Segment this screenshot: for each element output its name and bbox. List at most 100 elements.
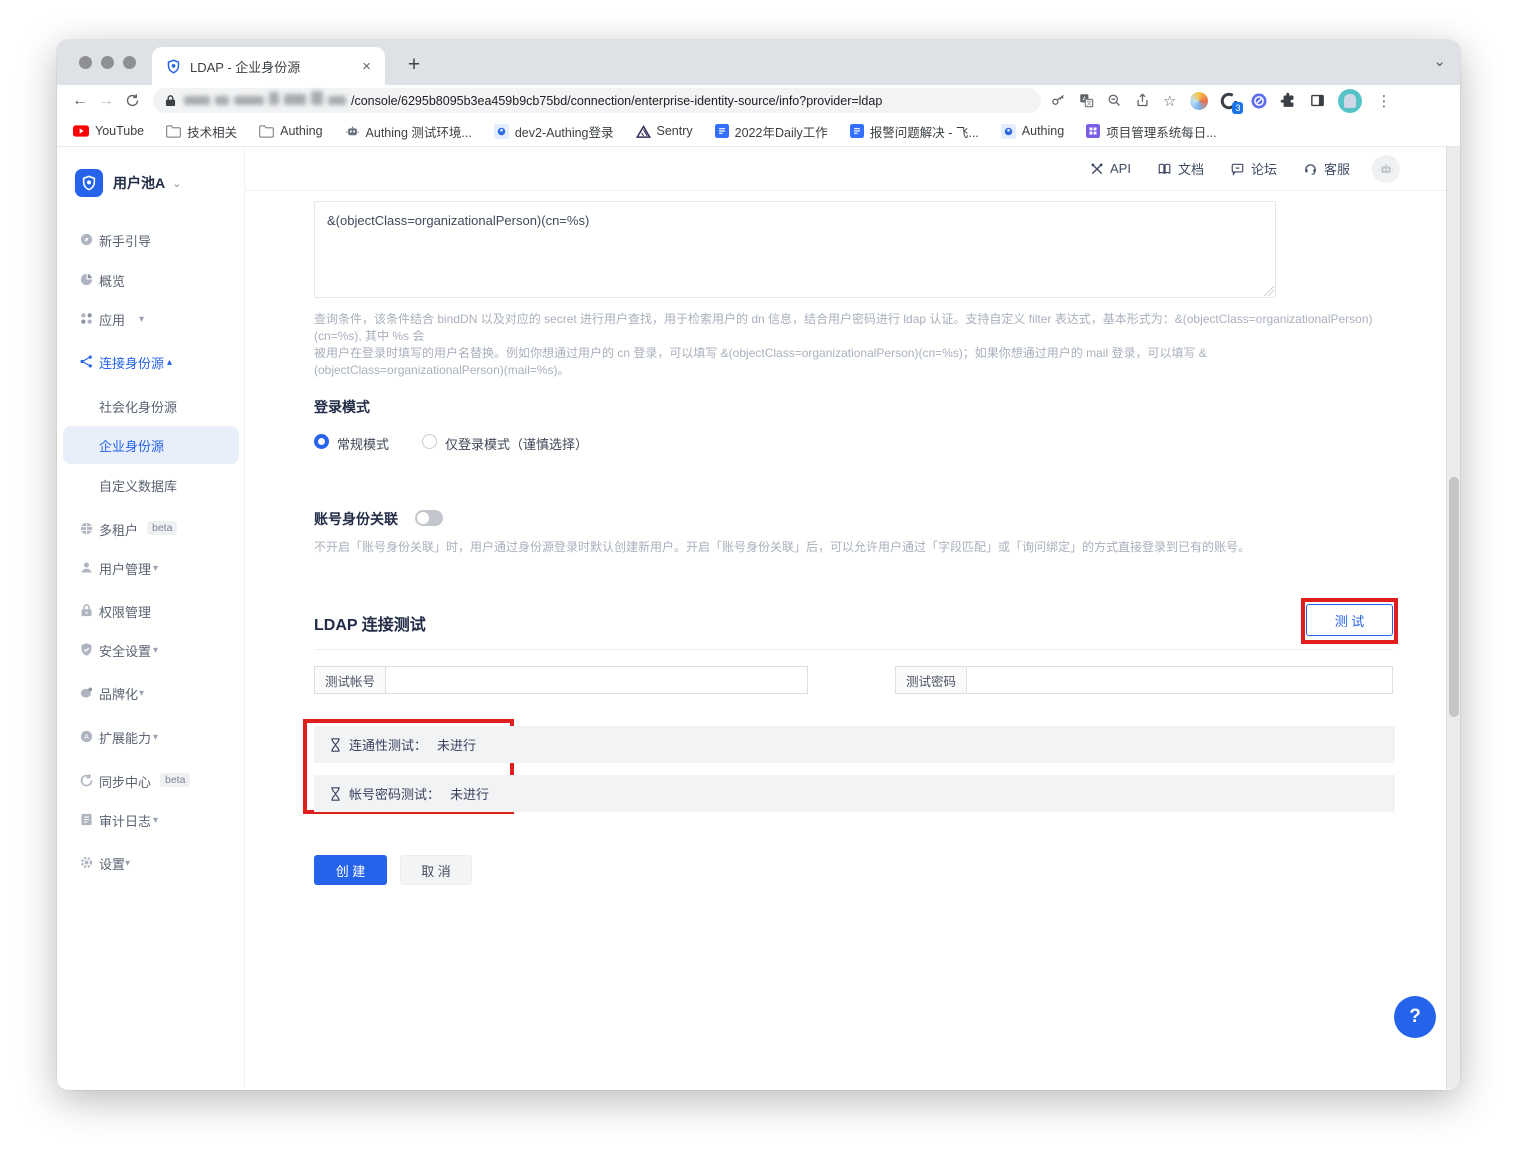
- tab-title: LDAP - 企业身份源: [190, 57, 358, 76]
- close-window-button[interactable]: [79, 56, 92, 69]
- translate-icon[interactable]: A文: [1079, 93, 1094, 108]
- colorful-extension-icon[interactable]: [1190, 92, 1208, 110]
- test-account-input[interactable]: [385, 666, 808, 694]
- book-icon: [1157, 162, 1172, 176]
- chevron-down-icon: ▾: [139, 688, 144, 699]
- tab-close-icon[interactable]: ×: [358, 58, 375, 75]
- sidebar-item-enterprise-identity[interactable]: 企业身份源: [57, 426, 245, 464]
- sidebar-item-custom-database[interactable]: 自定义数据库: [57, 466, 245, 504]
- chevron-down-icon: ▾: [153, 563, 158, 574]
- header-link-docs[interactable]: 文档: [1157, 159, 1204, 178]
- tab-search-chevron-icon[interactable]: ⌄: [1433, 52, 1446, 70]
- account-link-toggle[interactable]: [415, 510, 443, 526]
- credentials-test-row: 帐号密码测试： 未进行: [314, 775, 1395, 812]
- extensions-puzzle-icon[interactable]: [1280, 92, 1297, 109]
- zoom-out-icon[interactable]: [1107, 93, 1122, 108]
- minimize-window-button[interactable]: [101, 56, 114, 69]
- console-app: 用户池A ⌄ 新手引导 概览 应用 ▾ 连接身: [57, 147, 1460, 1089]
- omnibox-action-icons: A文 ☆: [1051, 92, 1176, 110]
- connectivity-test-label: 连通性测试：: [349, 735, 427, 754]
- compass-icon: [79, 232, 95, 248]
- radio-login-only-mode[interactable]: [422, 434, 437, 449]
- sidebar-item-applications[interactable]: 应用 ▾: [57, 300, 245, 338]
- sidebar-item-onboarding[interactable]: 新手引导: [57, 221, 245, 259]
- create-button[interactable]: 创 建: [314, 855, 387, 885]
- radio-normal-mode-label: 常规模式: [337, 434, 389, 453]
- bookmark-youtube[interactable]: YouTube: [73, 124, 144, 138]
- header-link-support[interactable]: 客服: [1303, 159, 1350, 178]
- bookmark-alert-doc[interactable]: 报警问题解决 - 飞...: [850, 122, 979, 141]
- sidebar-item-extensions[interactable]: A 扩展能力 ▾: [57, 718, 245, 756]
- sidebar-item-sync-center[interactable]: 同步中心 beta: [57, 762, 245, 800]
- bookmark-folder-authing[interactable]: Authing: [259, 124, 322, 138]
- sidebar-item-audit-logs[interactable]: 审计日志 ▾: [57, 801, 245, 839]
- share-nodes-icon: [79, 354, 95, 370]
- console-header: API 文档 论坛 客服: [245, 147, 1446, 191]
- help-button[interactable]: ?: [1394, 996, 1436, 1038]
- paint-icon: [79, 685, 95, 701]
- user-icon: [79, 560, 95, 576]
- forward-button[interactable]: →: [93, 92, 119, 110]
- connectivity-test-status: 未进行: [437, 735, 476, 754]
- blue-circle-extension-icon[interactable]: [1250, 92, 1268, 110]
- browser-window: LDAP - 企业身份源 × + ⌄ ← → /console/6295b809…: [57, 40, 1460, 1090]
- bookmark-folder-tech[interactable]: 技术相关: [166, 122, 237, 141]
- apps-grid-icon: [79, 311, 95, 327]
- chevron-down-icon: ▾: [153, 815, 158, 826]
- sidebar-item-user-management[interactable]: 用户管理 ▾: [57, 549, 245, 587]
- scrollbar-thumb[interactable]: [1449, 477, 1459, 717]
- extension-with-badge-icon[interactable]: 3: [1220, 92, 1238, 110]
- chevron-down-icon: ▾: [153, 645, 158, 656]
- bookmark-dev2-authing[interactable]: dev2-Authing登录: [494, 122, 614, 141]
- bookmark-authing-test[interactable]: Authing 测试环境...: [345, 122, 472, 141]
- reload-button[interactable]: [119, 93, 145, 108]
- window-controls[interactable]: [79, 56, 136, 69]
- sidebar-item-branding[interactable]: 品牌化 ▾: [57, 674, 245, 712]
- password-key-icon[interactable]: [1051, 93, 1066, 108]
- sidebar-item-settings[interactable]: 设置 ▾: [57, 844, 245, 882]
- user-avatar-robot-icon[interactable]: [1372, 155, 1400, 183]
- chevron-down-icon: ▾: [125, 858, 130, 869]
- browser-menu-icon[interactable]: ⋮: [1376, 92, 1391, 110]
- header-link-forum[interactable]: 论坛: [1230, 159, 1277, 178]
- cancel-button[interactable]: 取 消: [400, 855, 472, 885]
- workspace-switcher[interactable]: 用户池A ⌄: [75, 169, 181, 197]
- bookmark-star-icon[interactable]: ☆: [1163, 92, 1176, 110]
- test-password-input[interactable]: [966, 666, 1393, 694]
- beta-badge: beta: [160, 773, 190, 787]
- sidebar-item-security-settings[interactable]: 安全设置 ▾: [57, 631, 245, 669]
- sidebar-item-overview[interactable]: 概览: [57, 261, 245, 299]
- test-button[interactable]: 测 试: [1306, 604, 1393, 636]
- new-tab-button[interactable]: +: [399, 50, 429, 80]
- bookmark-project-mgmt[interactable]: 项目管理系统每日...: [1086, 122, 1216, 141]
- ldap-filter-textarea[interactable]: &(objectClass=organizationalPerson)(cn=%…: [314, 201, 1276, 298]
- header-link-api[interactable]: API: [1090, 161, 1131, 176]
- back-button[interactable]: ←: [67, 92, 93, 110]
- section-divider: [314, 649, 1394, 650]
- textarea-resize-handle[interactable]: [1264, 286, 1274, 296]
- page-scrollbar[interactable]: [1446, 147, 1460, 1089]
- profile-avatar[interactable]: [1338, 89, 1362, 113]
- extension-badge: 3: [1232, 102, 1243, 114]
- browser-tab[interactable]: LDAP - 企业身份源 ×: [152, 47, 385, 85]
- radio-normal-mode[interactable]: [314, 434, 329, 449]
- zoom-window-button[interactable]: [123, 56, 136, 69]
- svg-text:A: A: [84, 734, 89, 741]
- hourglass-icon: [330, 738, 341, 752]
- sidebar-item-identity-sources[interactable]: 连接身份源 ▴: [57, 343, 245, 381]
- bookmark-daily-work[interactable]: 2022年Daily工作: [715, 122, 828, 141]
- ldap-test-title: LDAP 连接测试: [314, 611, 426, 635]
- share-icon[interactable]: [1135, 93, 1150, 108]
- bookmark-sentry[interactable]: Sentry: [636, 124, 693, 138]
- extension-icons: 3 ⋮: [1190, 89, 1401, 113]
- sidebar-item-multi-tenant[interactable]: 多租户 beta: [57, 510, 245, 548]
- account-link-title: 账号身份关联: [314, 509, 398, 529]
- address-bar[interactable]: /console/6295b8095b3ea459b9cb75bd/connec…: [153, 88, 1041, 113]
- sidebar-item-social-identity[interactable]: 社会化身份源: [57, 387, 245, 425]
- credentials-test-label: 帐号密码测试：: [349, 784, 440, 803]
- gear-icon: [79, 855, 95, 871]
- sidebar-item-permissions[interactable]: 权限管理: [57, 592, 245, 630]
- side-panel-icon[interactable]: [1309, 92, 1326, 109]
- bookmark-authing-2[interactable]: Authing: [1001, 124, 1064, 139]
- https-lock-icon: [165, 94, 176, 107]
